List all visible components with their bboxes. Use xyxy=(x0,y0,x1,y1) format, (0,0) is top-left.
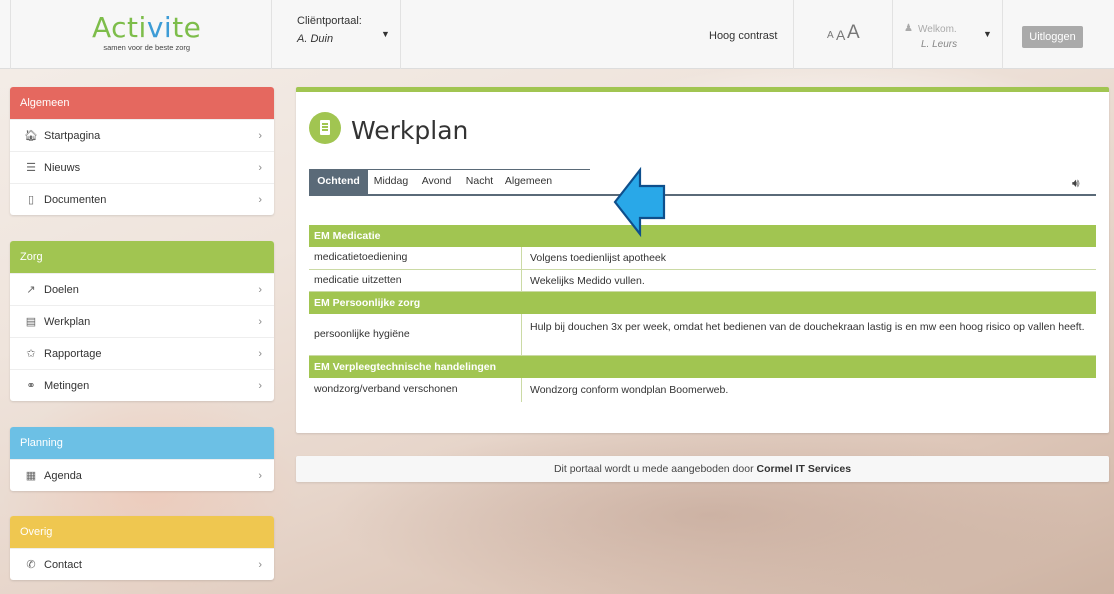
table-row: wondzorg/verband verschonen Wondzorg con… xyxy=(309,378,1096,402)
werkplan-table: EM Medicatie medicatietoediening Volgens… xyxy=(309,225,1096,402)
sidebar-section-overig: Overig ✆ Contact › xyxy=(10,516,274,580)
section-header: EM Medicatie xyxy=(309,225,1096,247)
sidebar-item-label: Werkplan xyxy=(44,316,91,328)
chevron-right-icon: › xyxy=(258,194,262,206)
sidebar-item-nieuws[interactable]: ☰ Nieuws › xyxy=(10,151,274,183)
sidebar-section-title: Zorg xyxy=(10,241,274,273)
section-header: EM Verpleegtechnische handelingen xyxy=(309,356,1096,378)
table-row: persoonlijke hygiëne Hulp bij douchen 3x… xyxy=(309,314,1096,356)
clipboard-icon xyxy=(309,112,341,144)
table-row: medicatie uitzetten Wekelijks Medido vul… xyxy=(309,270,1096,292)
high-contrast-label: Hoog contrast xyxy=(709,30,778,42)
tab-algemeen[interactable]: Algemeen xyxy=(500,169,557,194)
row-name: wondzorg/verband verschonen xyxy=(314,383,458,395)
report-icon: ✩ xyxy=(26,348,36,360)
sidebar-section-planning: Planning ▦ Agenda › xyxy=(10,427,274,491)
sidebar-item-label: Rapportage xyxy=(44,348,102,360)
sidebar-section-title: Planning xyxy=(10,427,274,459)
chevron-right-icon: › xyxy=(258,559,262,571)
logout-button[interactable]: Uitloggen xyxy=(1022,26,1083,48)
sidebar-item-doelen[interactable]: ↗ Doelen › xyxy=(10,273,274,305)
caret-down-icon: ▼ xyxy=(983,29,992,39)
row-value: Wondzorg conform wondplan Boomerweb. xyxy=(530,384,729,396)
sidebar-item-label: Metingen xyxy=(44,380,90,392)
sidebar-item-documenten[interactable]: ▯ Documenten › xyxy=(10,183,274,215)
sidebar-item-werkplan[interactable]: ▤ Werkplan › xyxy=(10,305,274,337)
tab-nacht[interactable]: Nacht xyxy=(459,169,500,194)
news-icon: ☰ xyxy=(26,162,36,174)
user-name: L. Leurs xyxy=(921,39,958,50)
sidebar-item-rapportage[interactable]: ✩ Rapportage › xyxy=(10,337,274,369)
sidebar-item-label: Agenda xyxy=(44,470,82,482)
section-header: EM Persoonlijke zorg xyxy=(309,292,1096,314)
chevron-right-icon: › xyxy=(258,284,262,296)
font-size-small-button[interactable]: A xyxy=(827,30,834,41)
sidebar-item-label: Startpagina xyxy=(44,130,101,142)
table-row: medicatietoediening Volgens toedienlijst… xyxy=(309,247,1096,270)
portal-footer: Dit portaal wordt u mede aangeboden door… xyxy=(296,456,1109,482)
client-selector[interactable]: Cliëntportaal: A. Duin ▼ xyxy=(288,0,401,69)
arrow-left-icon xyxy=(613,166,666,238)
tab-avond[interactable]: Avond xyxy=(414,169,459,194)
tabs-underline xyxy=(309,194,1096,196)
sidebar-section-zorg: Zorg ↗ Doelen › ▤ Werkplan › ✩ Rapportag… xyxy=(10,241,274,401)
sidebar-section-title: Overig xyxy=(10,516,274,548)
row-value: Volgens toedienlijst apotheek xyxy=(530,252,667,264)
sidebar-item-label: Contact xyxy=(44,559,82,571)
chevron-right-icon: › xyxy=(258,162,262,174)
sidebar-item-agenda[interactable]: ▦ Agenda › xyxy=(10,459,274,491)
document-icon: ▯ xyxy=(27,194,35,206)
font-size-controls: A A A xyxy=(794,0,893,69)
client-name: A. Duin xyxy=(297,33,334,45)
welcome-label: Welkom. xyxy=(918,24,957,35)
chevron-right-icon: › xyxy=(258,380,262,392)
background-decoration xyxy=(330,420,1090,594)
chevron-right-icon: › xyxy=(258,130,262,142)
home-icon: 🏠︎ xyxy=(24,130,38,142)
caret-down-icon: ▼ xyxy=(381,29,390,39)
font-size-medium-button[interactable]: A xyxy=(836,27,845,43)
chevron-right-icon: › xyxy=(258,348,262,360)
top-header: Activite samen voor de beste zorg Cliënt… xyxy=(0,0,1114,69)
werkplan-panel: Werkplan Ochtend Middag Avond Nacht Alge… xyxy=(296,87,1109,433)
goals-icon: ↗ xyxy=(26,284,36,296)
logo-tagline: samen voor de beste zorg xyxy=(103,43,191,52)
footer-company-link[interactable]: Cormel IT Services xyxy=(757,463,852,475)
phone-icon: ✆ xyxy=(26,559,36,571)
sidebar-item-label: Nieuws xyxy=(44,162,81,174)
row-value: Hulp bij douchen 3x per week, omdat het … xyxy=(530,321,1085,333)
activite-logo[interactable]: Activite samen voor de beste zorg xyxy=(92,14,201,53)
client-label: Cliëntportaal: xyxy=(297,15,362,27)
speaker-icon[interactable]: 🔊︎ xyxy=(1072,176,1080,191)
high-contrast-button[interactable]: Hoog contrast xyxy=(683,0,794,69)
row-name: medicatietoediening xyxy=(314,251,408,263)
footer-text: Dit portaal wordt u mede aangeboden door xyxy=(553,463,754,475)
workplan-icon: ▤ xyxy=(25,316,37,328)
sidebar-item-label: Doelen xyxy=(44,284,79,296)
sidebar-item-contact[interactable]: ✆ Contact › xyxy=(10,548,274,580)
sidebar-item-startpagina[interactable]: 🏠︎ Startpagina › xyxy=(10,119,274,151)
chevron-right-icon: › xyxy=(258,316,262,328)
sidebar-item-label: Documenten xyxy=(44,194,107,206)
row-name: persoonlijke hygiëne xyxy=(314,328,410,340)
tab-ochtend[interactable]: Ochtend xyxy=(309,169,368,194)
sidebar-section-algemeen: Algemeen 🏠︎ Startpagina › ☰ Nieuws › ▯ D… xyxy=(10,87,274,215)
user-icon: ♟ xyxy=(904,23,913,34)
row-value: Wekelijks Medido vullen. xyxy=(530,275,645,287)
row-name: medicatie uitzetten xyxy=(314,274,402,286)
gauge-icon: ⚭ xyxy=(26,380,36,392)
page-title: Werkplan xyxy=(351,116,469,145)
chevron-right-icon: › xyxy=(258,470,262,482)
tab-middag[interactable]: Middag xyxy=(368,169,414,194)
calendar-icon: ▦ xyxy=(25,470,37,482)
sidebar-item-metingen[interactable]: ⚭ Metingen › xyxy=(10,369,274,401)
sidebar-section-title: Algemeen xyxy=(10,87,274,119)
user-menu[interactable]: ♟ Welkom. L. Leurs ▼ xyxy=(893,0,1003,69)
font-size-large-button[interactable]: A xyxy=(847,22,860,44)
logo-area[interactable]: Activite samen voor de beste zorg xyxy=(10,0,272,69)
